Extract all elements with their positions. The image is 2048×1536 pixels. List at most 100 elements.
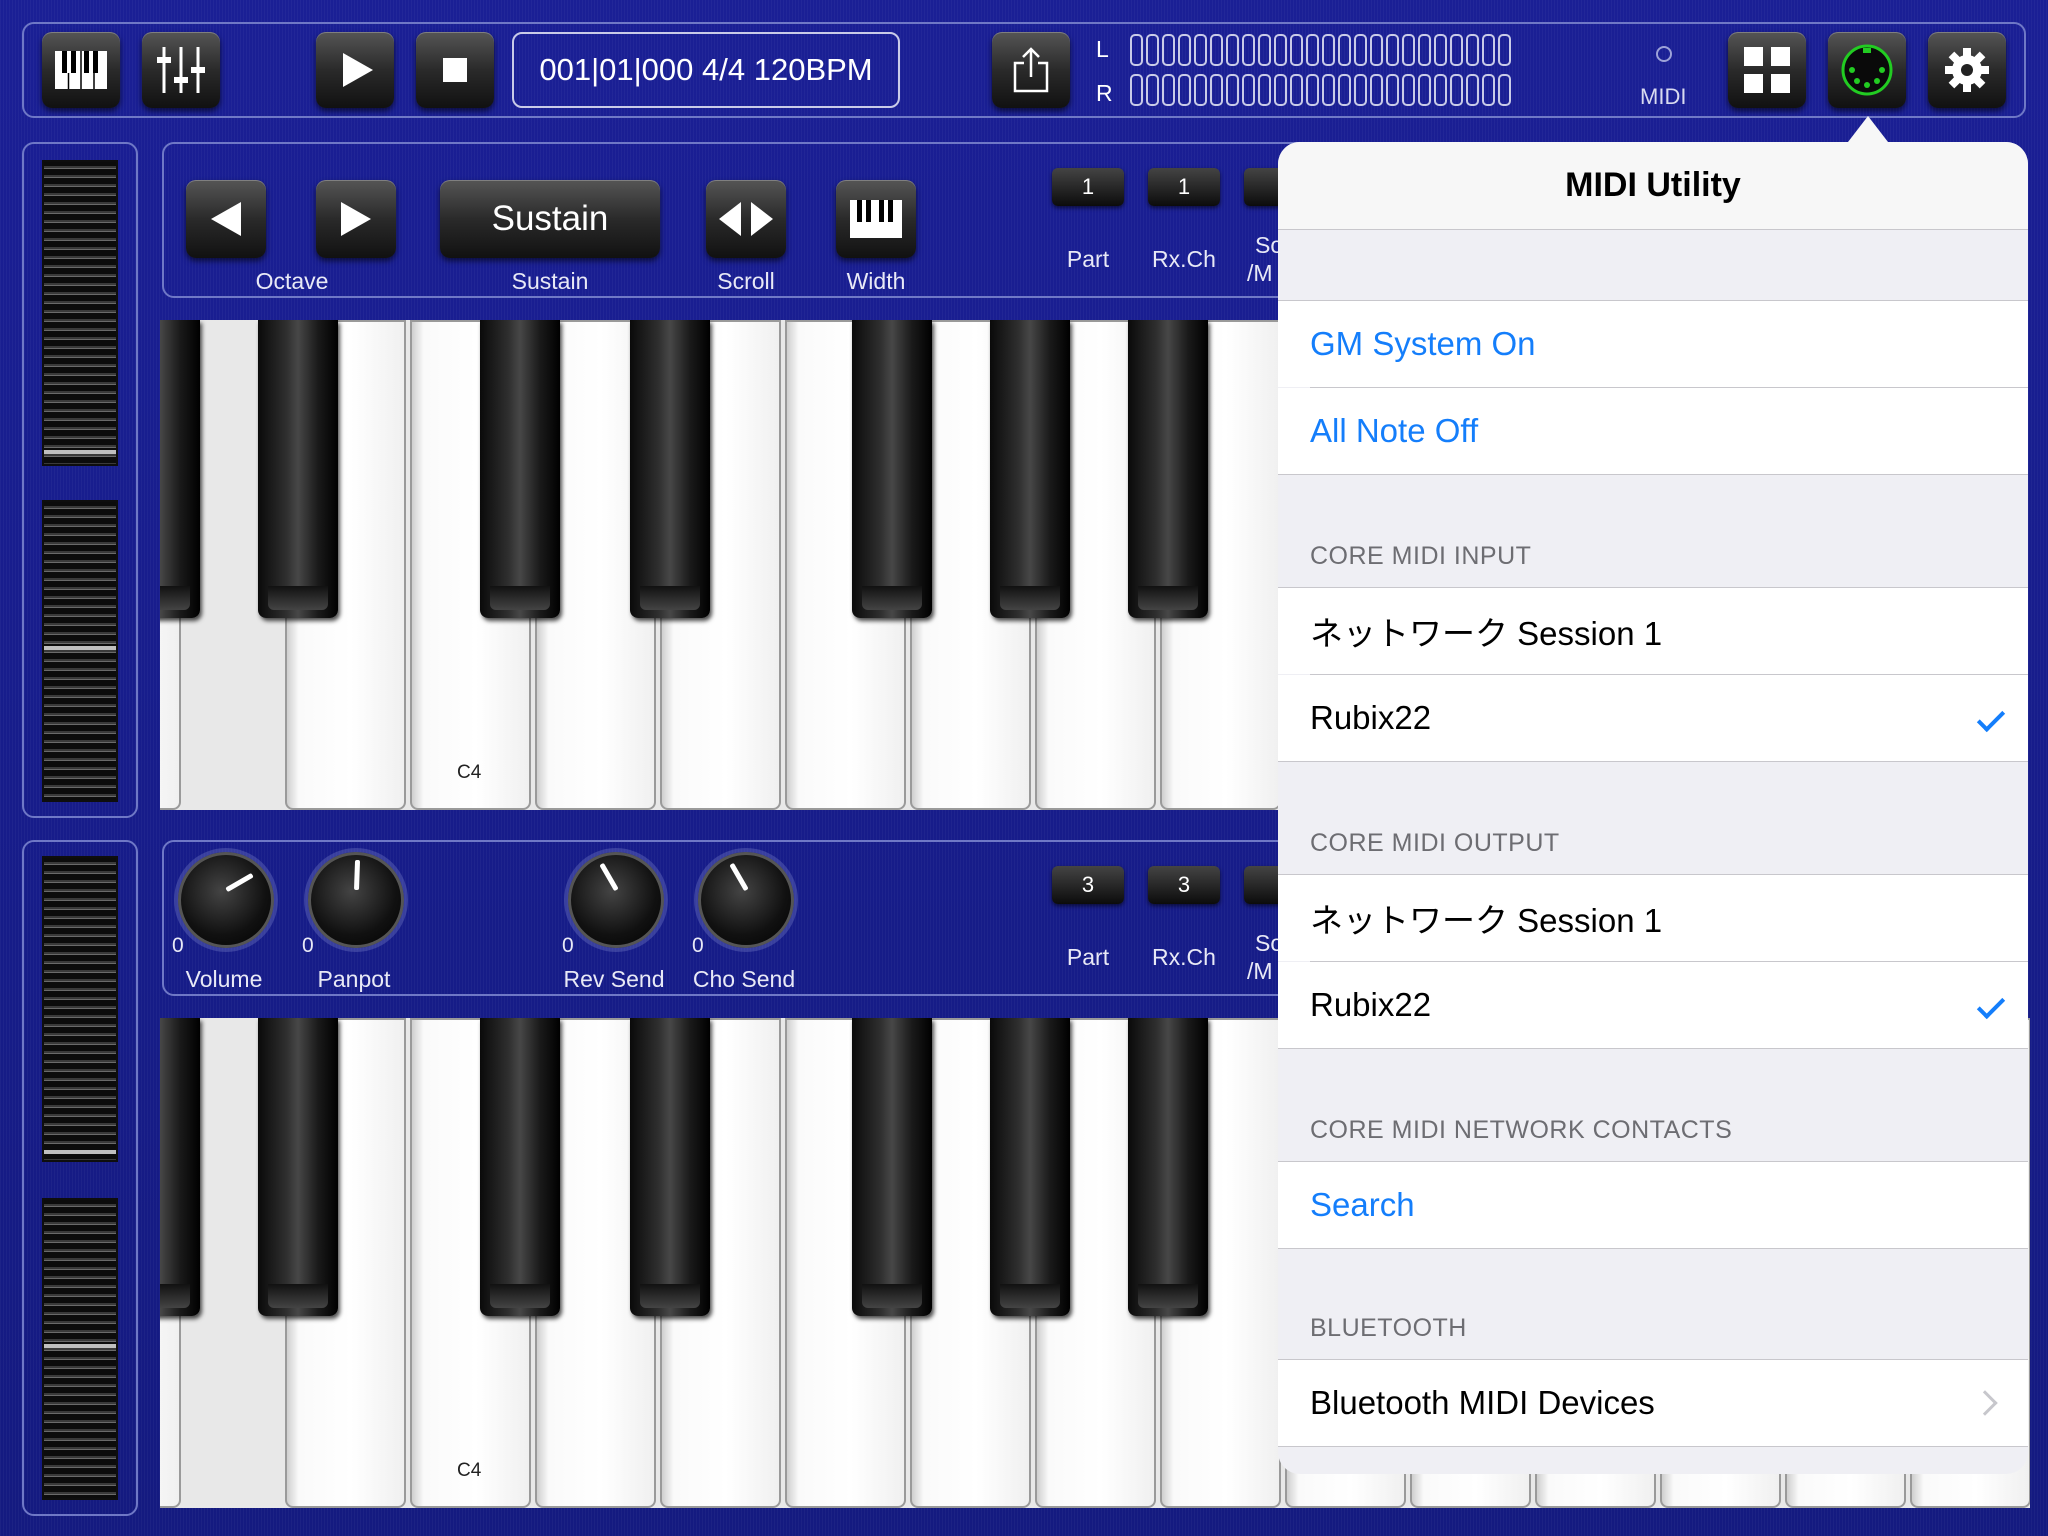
meter-segment bbox=[1466, 34, 1479, 66]
black-key[interactable] bbox=[258, 1018, 338, 1316]
input-item-label: ネットワーク Session 1 bbox=[1310, 615, 1663, 652]
all-note-off-button[interactable]: All Note Off bbox=[1278, 388, 2028, 474]
cho-send-value: 0 bbox=[692, 934, 704, 957]
black-key[interactable] bbox=[1128, 1018, 1208, 1316]
black-key[interactable] bbox=[1128, 320, 1208, 618]
octave-up-button[interactable] bbox=[316, 180, 396, 258]
upper-pitch-strip[interactable] bbox=[42, 160, 118, 466]
upper-keyboard[interactable]: C4 bbox=[160, 320, 1280, 810]
mixer-sliders-icon bbox=[157, 47, 205, 93]
lower-mute-label-cut: /M bbox=[1247, 958, 1273, 984]
share-icon bbox=[1013, 47, 1049, 93]
level-meter-right bbox=[1130, 74, 1511, 106]
rev-send-label: Rev Send bbox=[563, 966, 665, 992]
network-search-button[interactable]: Search bbox=[1278, 1162, 2028, 1248]
width-label: Width bbox=[846, 268, 906, 294]
settings-button[interactable] bbox=[1928, 32, 2006, 108]
meter-segment bbox=[1130, 74, 1143, 106]
black-key[interactable] bbox=[990, 1018, 1070, 1316]
meter-segment bbox=[1354, 34, 1367, 66]
volume-knob[interactable] bbox=[178, 852, 274, 948]
keyboard-width-icon bbox=[850, 200, 902, 238]
panpot-label: Panpot bbox=[317, 966, 391, 992]
input-item-rubix22[interactable]: Rubix22 bbox=[1278, 675, 2028, 761]
black-key[interactable] bbox=[852, 1018, 932, 1316]
grid-view-button[interactable] bbox=[1728, 32, 1806, 108]
octave-down-button[interactable] bbox=[186, 180, 266, 258]
stop-icon bbox=[443, 58, 467, 82]
search-label: Search bbox=[1310, 1186, 1415, 1223]
meter-segment bbox=[1434, 74, 1447, 106]
midi-port-button[interactable] bbox=[1828, 32, 1906, 108]
midi-label: MIDI bbox=[1640, 84, 1687, 109]
upper-mod-strip[interactable] bbox=[42, 500, 118, 802]
black-key[interactable] bbox=[258, 320, 338, 618]
lower-mod-strip[interactable] bbox=[42, 1198, 118, 1500]
meter-segment bbox=[1402, 34, 1415, 66]
width-button[interactable] bbox=[836, 180, 916, 258]
black-key[interactable] bbox=[990, 320, 1070, 618]
meter-segment bbox=[1210, 34, 1223, 66]
sustain-button[interactable]: Sustain bbox=[440, 180, 660, 258]
input-item-label: Rubix22 bbox=[1310, 699, 1432, 736]
c4-label: C4 bbox=[457, 1460, 482, 1481]
lower-pitch-strip[interactable] bbox=[42, 856, 118, 1162]
output-item-label: ネットワーク Session 1 bbox=[1310, 902, 1663, 939]
meter-segment bbox=[1194, 34, 1207, 66]
meter-segment bbox=[1306, 34, 1319, 66]
meter-left-label: L bbox=[1096, 36, 1109, 62]
mixer-button[interactable] bbox=[142, 32, 220, 108]
meter-segment bbox=[1146, 74, 1159, 106]
meter-segment bbox=[1226, 34, 1239, 66]
scroll-button[interactable] bbox=[706, 180, 786, 258]
output-item-label: Rubix22 bbox=[1310, 986, 1432, 1023]
lower-rxch-button[interactable]: 3 bbox=[1148, 866, 1220, 904]
stop-button[interactable] bbox=[416, 32, 494, 108]
octave-label: Octave bbox=[255, 268, 329, 294]
panpot-knob[interactable] bbox=[308, 852, 404, 948]
output-item-rubix22[interactable]: Rubix22 bbox=[1278, 962, 2028, 1048]
transport-display: 001|01|000 4/4 120BPM bbox=[512, 32, 900, 108]
lower-part-button[interactable]: 3 bbox=[1052, 866, 1124, 904]
play-icon bbox=[343, 53, 373, 87]
black-key[interactable] bbox=[160, 320, 200, 618]
meter-segment bbox=[1370, 34, 1383, 66]
meter-segment bbox=[1418, 74, 1431, 106]
grid-icon bbox=[1744, 47, 1790, 93]
sustain-button-label: Sustain bbox=[491, 199, 609, 238]
rev-send-knob[interactable] bbox=[568, 852, 664, 948]
upper-rxch-button[interactable]: 1 bbox=[1148, 168, 1220, 206]
meter-segment bbox=[1466, 74, 1479, 106]
arrow-right-icon bbox=[341, 202, 371, 236]
midi-indicator-led bbox=[1656, 46, 1672, 62]
volume-value: 0 bbox=[172, 934, 184, 957]
gm-system-on-button[interactable]: GM System On bbox=[1278, 301, 2028, 387]
meter-segment bbox=[1290, 74, 1303, 106]
volume-label: Volume bbox=[185, 966, 263, 992]
checkmark-icon bbox=[1976, 703, 2006, 733]
core-midi-output-header: CORE MIDI OUTPUT bbox=[1310, 829, 1560, 857]
keyboard-view-button[interactable] bbox=[42, 32, 120, 108]
input-item-network-session[interactable]: ネットワーク Session 1 bbox=[1278, 588, 2028, 674]
black-key[interactable] bbox=[160, 1018, 200, 1316]
output-item-network-session[interactable]: ネットワーク Session 1 bbox=[1278, 875, 2028, 961]
bluetooth-midi-devices-button[interactable]: Bluetooth MIDI Devices bbox=[1278, 1360, 2028, 1446]
black-key[interactable] bbox=[630, 1018, 710, 1316]
core-midi-input-header: CORE MIDI INPUT bbox=[1310, 542, 1532, 570]
upper-part-button[interactable]: 1 bbox=[1052, 168, 1124, 206]
black-key[interactable] bbox=[480, 1018, 560, 1316]
cho-send-label: Cho Send bbox=[692, 966, 796, 992]
meter-segment bbox=[1274, 74, 1287, 106]
meter-segment bbox=[1146, 34, 1159, 66]
rev-send-value: 0 bbox=[562, 934, 574, 957]
black-key[interactable] bbox=[630, 320, 710, 618]
upper-part-value: 1 bbox=[1081, 174, 1095, 199]
share-button[interactable] bbox=[992, 32, 1070, 108]
black-key[interactable] bbox=[852, 320, 932, 618]
upper-rxch-label: Rx.Ch bbox=[1152, 246, 1216, 272]
gear-icon bbox=[1945, 48, 1989, 92]
black-key[interactable] bbox=[480, 320, 560, 618]
cho-send-knob[interactable] bbox=[698, 852, 794, 948]
play-button[interactable] bbox=[316, 32, 394, 108]
meter-right-label: R bbox=[1096, 80, 1113, 106]
